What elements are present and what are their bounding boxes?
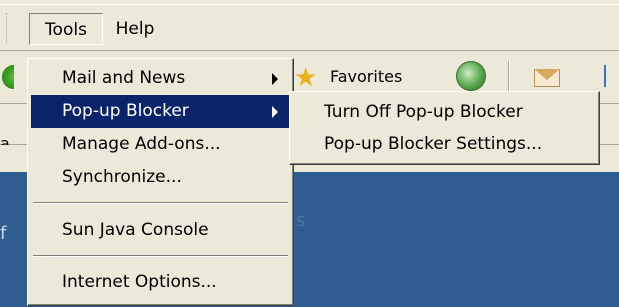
menu-separator xyxy=(33,255,288,257)
menu-tools[interactable]: Tools xyxy=(29,13,103,45)
menu-item-sun-java-console[interactable]: Sun Java Console xyxy=(31,214,290,247)
menu-item-synchronize[interactable]: Synchronize... xyxy=(31,161,290,194)
submenu-arrow-icon xyxy=(272,73,278,85)
menu-item-popup-blocker-settings[interactable]: Pop-up Blocker Settings... xyxy=(293,128,596,161)
favorites-star-icon[interactable]: ★ xyxy=(294,65,320,91)
menu-item-label: Internet Options... xyxy=(62,272,217,292)
menu-bar: Tools Help xyxy=(0,0,619,51)
menu-item-internet-options[interactable]: Internet Options... xyxy=(31,266,290,299)
menu-bar-grip[interactable] xyxy=(6,13,10,43)
print-icon[interactable] xyxy=(604,65,619,87)
tools-menu: Mail and News Pop-up Blocker Manage Add-… xyxy=(27,58,294,306)
back-icon[interactable] xyxy=(0,63,14,91)
menu-separator xyxy=(33,202,288,204)
menu-item-label: Pop-up Blocker xyxy=(62,101,189,121)
menu-item-turn-off-popup-blocker[interactable]: Turn Off Pop-up Blocker xyxy=(293,96,596,129)
menu-help[interactable]: Help xyxy=(107,13,163,45)
menu-bar-top-edge xyxy=(0,4,619,5)
submenu-arrow-icon xyxy=(272,106,278,118)
mail-envelope-flap xyxy=(534,69,560,80)
menu-item-label: Pop-up Blocker Settings... xyxy=(324,134,543,154)
mail-icon[interactable] xyxy=(530,61,564,93)
menu-item-label: Synchronize... xyxy=(62,167,182,187)
toolbar-separator xyxy=(508,61,510,93)
popup-blocker-submenu: Turn Off Pop-up Blocker Pop-up Blocker S… xyxy=(289,91,600,165)
menu-item-label: Manage Add-ons... xyxy=(62,134,221,154)
page-text-fragment-2: s xyxy=(296,210,306,231)
menu-item-label: Turn Off Pop-up Blocker xyxy=(324,102,523,122)
page-text-fragment: f xyxy=(0,223,7,244)
history-icon[interactable] xyxy=(456,61,486,91)
menu-item-manage-addons[interactable]: Manage Add-ons... xyxy=(31,128,290,161)
favorites-button-label[interactable]: Favorites xyxy=(330,67,402,86)
menu-item-label: Sun Java Console xyxy=(62,220,209,240)
menu-item-mail-and-news[interactable]: Mail and News xyxy=(31,62,290,95)
menu-item-label: Mail and News xyxy=(62,68,186,88)
menu-item-popup-blocker[interactable]: Pop-up Blocker xyxy=(31,95,290,128)
